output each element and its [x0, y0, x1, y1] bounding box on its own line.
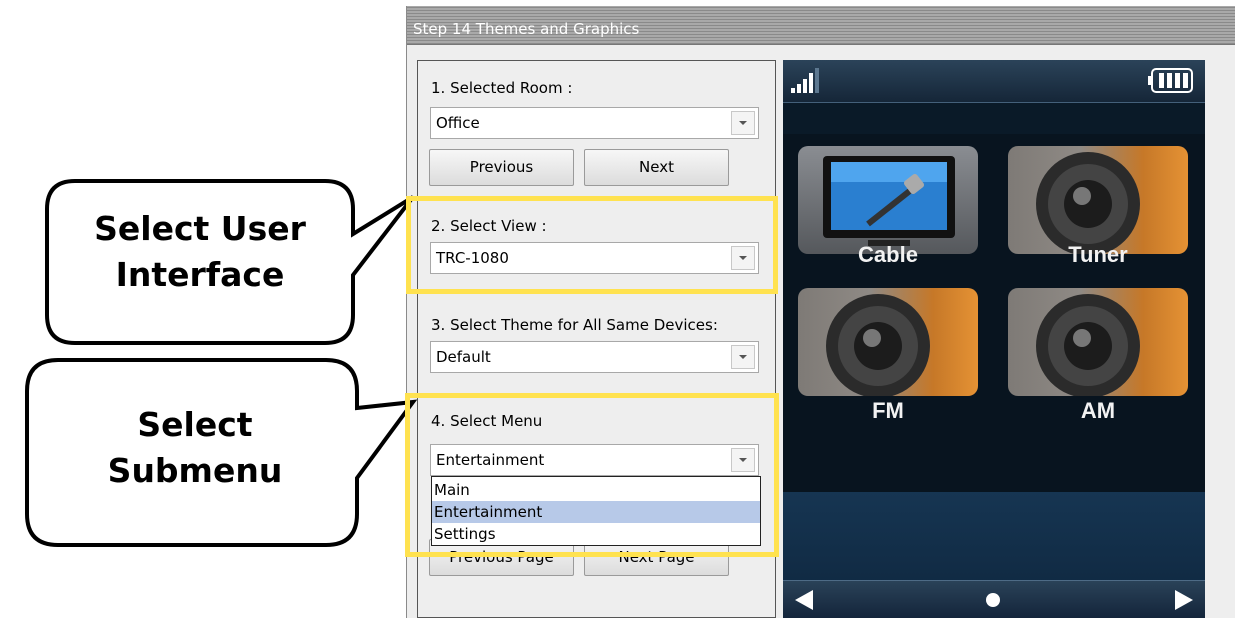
- speaker-icon: [1036, 294, 1140, 396]
- callout-line-2: Submenu: [107, 450, 283, 490]
- tile-tuner[interactable]: [1008, 146, 1188, 254]
- tile-am[interactable]: [1008, 288, 1188, 396]
- chevron-down-icon[interactable]: [731, 345, 755, 369]
- callout-submenu-text: Select Submenu: [40, 402, 350, 493]
- callout-line-1: Select: [137, 405, 253, 444]
- room-value: Office: [436, 114, 480, 132]
- chevron-down-icon[interactable]: [731, 111, 755, 135]
- callout-user-interface-text: Select User Interface: [50, 206, 350, 297]
- room-select[interactable]: Office: [430, 107, 759, 139]
- ui-preview: Cable Tuner FM AM: [783, 60, 1205, 618]
- previous-button[interactable]: Previous: [429, 149, 574, 186]
- device-grid: Cable Tuner FM AM: [783, 134, 1205, 492]
- tile-fm[interactable]: [798, 288, 978, 396]
- callout-line-1: Select User: [94, 209, 306, 248]
- tile-label-am: AM: [1080, 398, 1116, 423]
- theme-value: Default: [436, 348, 491, 366]
- signal-bars-icon: [791, 68, 819, 93]
- tile-label-tuner: Tuner: [1068, 242, 1128, 267]
- window-title: Step 14 Themes and Graphics: [413, 20, 640, 38]
- next-button[interactable]: Next: [584, 149, 729, 186]
- preview-nav-bar: [783, 580, 1205, 618]
- speaker-icon: [826, 294, 930, 396]
- theme-label: 3. Select Theme for All Same Devices:: [431, 316, 718, 334]
- callout-line-2: Interface: [115, 254, 285, 294]
- room-label: 1. Selected Room :: [431, 79, 573, 97]
- tile-label-cable: Cable: [858, 242, 918, 267]
- arrow-left-icon[interactable]: [793, 588, 817, 612]
- tile-cable[interactable]: [798, 146, 978, 254]
- battery-icon: [1148, 68, 1193, 93]
- tile-label-fm: FM: [872, 398, 904, 423]
- title-bar: Step 14 Themes and Graphics: [407, 6, 1235, 45]
- highlight-select-view: [406, 196, 778, 294]
- arrow-right-icon[interactable]: [1171, 588, 1195, 612]
- tv-cable-icon: [823, 156, 955, 246]
- preview-status-bar: [783, 60, 1205, 103]
- speaker-icon: [1036, 152, 1140, 254]
- callout-bubbles: [25, 179, 418, 547]
- page-dot-icon: [986, 593, 1000, 607]
- highlight-select-menu: [405, 393, 779, 557]
- theme-select[interactable]: Default: [430, 341, 759, 373]
